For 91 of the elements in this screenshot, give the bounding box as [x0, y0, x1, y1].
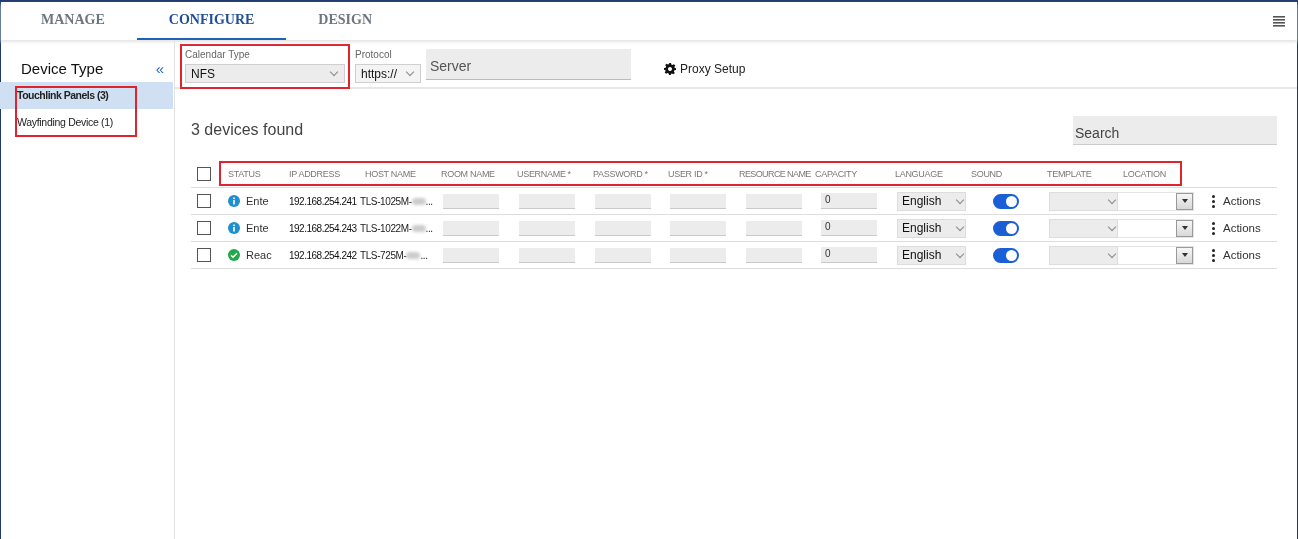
calendar-type-select[interactable]: NFS: [185, 64, 345, 83]
required-mark: *: [704, 168, 708, 179]
info-icon: [228, 195, 240, 207]
blurred-text: [406, 251, 421, 259]
column-header: HOST NAME: [365, 168, 416, 179]
input-field[interactable]: [746, 193, 802, 209]
location-field[interactable]: [1118, 191, 1194, 211]
actions-button[interactable]: Actions: [1202, 221, 1261, 235]
input-field[interactable]: [519, 247, 575, 263]
sound-toggle[interactable]: [993, 220, 1019, 236]
input-field[interactable]: [670, 247, 726, 263]
language-select[interactable]: English: [897, 218, 966, 238]
host-name: TLS-1025M-: [360, 195, 412, 207]
proxy-setup-button[interactable]: Proxy Setup: [658, 61, 752, 77]
result-count: 3 devices found: [191, 121, 304, 139]
input-field[interactable]: [519, 220, 575, 236]
column-header: STATUS: [228, 168, 261, 179]
column-header: RESOURCE NAME: [739, 168, 811, 179]
input-field[interactable]: [595, 220, 651, 236]
blurred-text: [411, 197, 426, 205]
capacity-field[interactable]: 0: [821, 193, 877, 209]
device-type-item[interactable]: Touchlink Panels (3): [0, 82, 173, 109]
host-name: TLS-725M-: [360, 249, 407, 261]
field-label: Protocol: [355, 49, 393, 61]
required-mark: *: [644, 168, 648, 179]
template-select[interactable]: [1049, 245, 1118, 265]
status-text: Ente: [246, 222, 269, 234]
host-name: TLS-1022M-: [360, 222, 412, 234]
ellipsis: ...: [420, 249, 428, 261]
input-field[interactable]: [443, 247, 499, 263]
status-text: Reac: [246, 249, 272, 261]
language-select[interactable]: English: [897, 245, 966, 265]
location-field[interactable]: [1118, 245, 1194, 265]
blurred-text: [411, 224, 426, 232]
column-header: IP ADDRESS: [289, 168, 340, 179]
sound-toggle[interactable]: [993, 193, 1019, 209]
input-field[interactable]: [443, 220, 499, 236]
sound-toggle[interactable]: [993, 247, 1019, 263]
language-select[interactable]: English: [897, 191, 966, 211]
menu-icon[interactable]: [1273, 15, 1285, 27]
row-checkbox[interactable]: [197, 248, 211, 262]
column-header: LANGUAGE: [895, 168, 943, 179]
column-header: ROOM NAME: [441, 168, 495, 179]
nav-tab[interactable]: DESIGN: [286, 2, 405, 40]
ip-address: 192.168.254.241: [288, 195, 357, 207]
column-header: LOCATION: [1123, 168, 1166, 179]
gear-icon: [664, 63, 676, 75]
input-field[interactable]: [670, 193, 726, 209]
input-field[interactable]: [595, 193, 651, 209]
column-header: USER ID: [668, 168, 703, 179]
device-type-item[interactable]: Wayfinding Device (1): [0, 109, 173, 136]
field-label: Calendar Type: [185, 49, 251, 61]
server-field[interactable]: Server: [426, 49, 631, 80]
select-all-checkbox[interactable]: [197, 166, 211, 181]
nav-tab[interactable]: MANAGE: [9, 2, 137, 40]
input-field[interactable]: [670, 220, 726, 236]
input-field[interactable]: [443, 193, 499, 209]
location-field[interactable]: [1118, 218, 1194, 238]
column-header: CAPACITY: [815, 168, 857, 179]
required-mark: *: [567, 168, 571, 179]
input-field[interactable]: [595, 247, 651, 263]
capacity-field[interactable]: 0: [821, 220, 877, 236]
kebab-icon: [1212, 194, 1215, 208]
input-field[interactable]: [746, 247, 802, 263]
capacity-field[interactable]: 0: [821, 247, 877, 263]
actions-button[interactable]: Actions: [1202, 194, 1261, 208]
template-select[interactable]: [1049, 191, 1118, 211]
ellipsis: ...: [425, 222, 433, 234]
ip-address: 192.168.254.243: [288, 222, 357, 234]
info-icon: [228, 222, 240, 234]
protocol-select[interactable]: https://: [355, 64, 421, 83]
check-icon: [228, 249, 240, 261]
input-field[interactable]: [746, 220, 802, 236]
actions-button[interactable]: Actions: [1202, 248, 1261, 262]
column-header: USERNAME: [517, 168, 566, 179]
kebab-icon: [1212, 248, 1215, 262]
kebab-icon: [1212, 221, 1215, 235]
ellipsis: ...: [425, 195, 433, 207]
ip-address: 192.168.254.242: [288, 249, 357, 261]
nav-tab[interactable]: CONFIGURE: [136, 2, 287, 40]
column-header: TEMPLATE: [1047, 168, 1092, 179]
collapse-button[interactable]: «: [155, 59, 164, 77]
panel-title: Device Type: [21, 59, 104, 77]
column-header: SOUND: [971, 168, 1002, 179]
input-field[interactable]: [519, 193, 575, 209]
status-text: Ente: [246, 195, 269, 207]
search-field[interactable]: Search: [1073, 115, 1277, 145]
row-checkbox[interactable]: [197, 194, 211, 208]
template-select[interactable]: [1049, 218, 1118, 238]
row-checkbox[interactable]: [197, 221, 211, 235]
column-header: PASSWORD: [593, 168, 643, 179]
